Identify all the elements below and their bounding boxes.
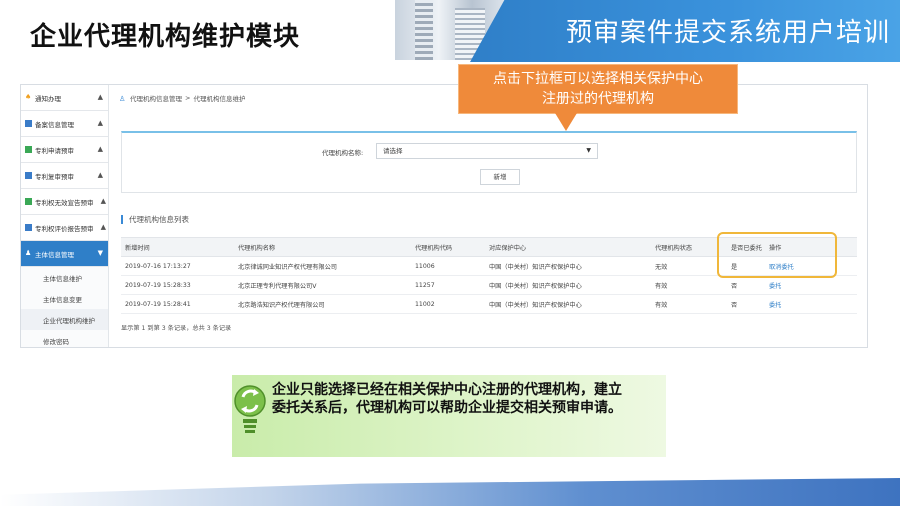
sidebar-item-patent-eval[interactable]: 专利权评价报告预审 ▲ (21, 215, 108, 241)
sidebar-item-notice[interactable]: ♠ 通知办理 ▲ (21, 85, 108, 111)
chevron-up-icon: ▲ (97, 171, 103, 179)
list-title: 代理机构信息列表 (121, 215, 189, 224)
sidebar-item-patent-review[interactable]: 专利复审预审 ▲ (21, 163, 108, 189)
entrust-link[interactable]: 委托 (769, 283, 781, 290)
bell-icon: ♠ (25, 93, 32, 101)
cell-status: 无效 (651, 256, 727, 276)
chevron-down-icon: ▼ (97, 249, 103, 257)
breadcrumb: ♙ 代理机构信息管理 > 代理机构信息维护 (119, 93, 245, 103)
sidebar-item-label: 主体信息管理 (35, 250, 74, 259)
lightbulb-icon (234, 385, 266, 433)
folder-icon (25, 224, 32, 231)
highlight-box (717, 232, 837, 278)
sidebar-item-label: 专利权无效宣告预审 (35, 198, 94, 207)
cell-center: 中国（中关村）知识产权保护中心 (485, 275, 651, 295)
entrust-link[interactable]: 委托 (769, 302, 781, 309)
sidebar-subitem-entity-change[interactable]: 主体信息变更 (21, 288, 108, 309)
sidebar-subitem-entity-maintain[interactable]: 主体信息维护 (21, 267, 108, 288)
cell-agency-name: 北京律诚同业知识产权代理有限公司 (234, 256, 411, 276)
cell-agency-code: 11257 (411, 275, 485, 295)
user-icon: ♟ (25, 249, 32, 257)
cell-agency-code: 11002 (411, 294, 485, 314)
callout-box: 点击下拉框可以选择相关保护中心 注册过的代理机构 (458, 64, 738, 114)
sidebar-item-label: 备案信息管理 (35, 120, 74, 129)
dropdown-arrow-icon: ▼ (586, 147, 591, 154)
pagination-info: 显示第 1 到第 3 条记录，总共 3 条记录 (121, 325, 232, 332)
callout-line1: 点击下拉框可以选择相关保护中心 (493, 71, 703, 87)
user-icon: ♙ (119, 94, 126, 103)
sidebar-item-patent-invalid[interactable]: 专利权无效宣告预审 ▲ (21, 189, 108, 215)
document-icon (25, 146, 32, 153)
add-button[interactable]: 新增 (480, 169, 520, 185)
callout-pointer (555, 113, 577, 131)
cell-status: 有效 (651, 294, 727, 314)
tip-box: 企业只能选择已经在相关保护中心注册的代理机构，建立 委托关系后，代理机构可以帮助… (232, 375, 666, 457)
breadcrumb-part1[interactable]: 代理机构信息管理 (130, 93, 182, 103)
chevron-up-icon: ▲ (100, 197, 106, 205)
cell-agency-name: 北京路浩知识产权代理有限公司 (234, 294, 411, 314)
cell-entrusted: 否 (727, 275, 765, 295)
agency-select-value: 请选择 (383, 147, 403, 155)
tip-line2: 委托关系后，代理机构可以帮助企业提交相关预审申请。 (272, 400, 622, 416)
folder-icon (25, 120, 32, 127)
sidebar-item-label: 通知办理 (35, 94, 61, 103)
sidebar-item-label: 专利权评价报告预审 (35, 224, 94, 233)
sidebar-item-entity[interactable]: ♟ 主体信息管理 ▼ (21, 241, 108, 267)
chevron-up-icon: ▲ (97, 93, 103, 101)
agency-name-label: 代理机构名称: (322, 149, 364, 157)
breadcrumb-separator: > (185, 94, 191, 102)
sidebar-item-patent-apply[interactable]: 专利申请预审 ▲ (21, 137, 108, 163)
col-header: 新增时间 (121, 237, 234, 257)
breadcrumb-part2: 代理机构信息维护 (193, 95, 246, 103)
tip-line1: 企业只能选择已经在相关保护中心注册的代理机构，建立 (272, 382, 622, 398)
table-row: 2019-07-19 15:28:33 北京正理专利代理有限公司V 11257 … (121, 275, 857, 295)
cell-agency-name: 北京正理专利代理有限公司V (234, 275, 411, 295)
tip-text: 企业只能选择已经在相关保护中心注册的代理机构，建立 委托关系后，代理机构可以帮助… (272, 381, 662, 417)
col-header: 对应保护中心 (485, 237, 651, 257)
chevron-up-icon: ▲ (97, 145, 103, 153)
cell-time: 2019-07-19 15:28:33 (121, 275, 234, 295)
filter-panel: 代理机构名称: 请选择 ▼ 新增 (121, 131, 857, 193)
cell-time: 2019-07-19 15:28:41 (121, 294, 234, 314)
document-icon (25, 198, 32, 205)
cell-center: 中国（中关村）知识产权保护中心 (485, 256, 651, 276)
cell-center: 中国（中关村）知识产权保护中心 (485, 294, 651, 314)
agency-select[interactable]: 请选择 ▼ (376, 143, 598, 159)
chevron-up-icon: ▲ (100, 223, 106, 231)
cell-status: 有效 (651, 275, 727, 295)
sidebar: ♠ 通知办理 ▲ 备案信息管理 ▲ 专利申请预审 ▲ 专利复审预审 ▲ 专利权无… (21, 85, 109, 347)
sidebar-subitem-agency-maintain[interactable]: 企业代理机构维护 (21, 309, 108, 330)
cell-entrusted: 否 (727, 294, 765, 314)
col-header: 代理机构状态 (651, 237, 727, 257)
footer-band (0, 478, 900, 506)
col-header: 代理机构代码 (411, 237, 485, 257)
folder-icon (25, 172, 32, 179)
callout-line2: 注册过的代理机构 (542, 91, 654, 107)
cell-agency-code: 11006 (411, 256, 485, 276)
sidebar-subitem-change-password[interactable]: 修改密码 (21, 330, 108, 351)
chevron-up-icon: ▲ (97, 119, 103, 127)
slide-title: 企业代理机构维护模块 (30, 22, 301, 52)
col-header: 代理机构名称 (234, 237, 411, 257)
sidebar-item-record[interactable]: 备案信息管理 ▲ (21, 111, 108, 137)
banner-title: 预审案件提交系统用户培训 (565, 18, 890, 48)
sidebar-item-label: 专利申请预审 (35, 146, 74, 155)
sidebar-item-label: 专利复审预审 (35, 172, 74, 181)
cell-time: 2019-07-16 17:13:27 (121, 256, 234, 276)
app-window: ♠ 通知办理 ▲ 备案信息管理 ▲ 专利申请预审 ▲ 专利复审预审 ▲ 专利权无… (20, 84, 868, 348)
table-row: 2019-07-19 15:28:41 北京路浩知识产权代理有限公司 11002… (121, 294, 857, 314)
